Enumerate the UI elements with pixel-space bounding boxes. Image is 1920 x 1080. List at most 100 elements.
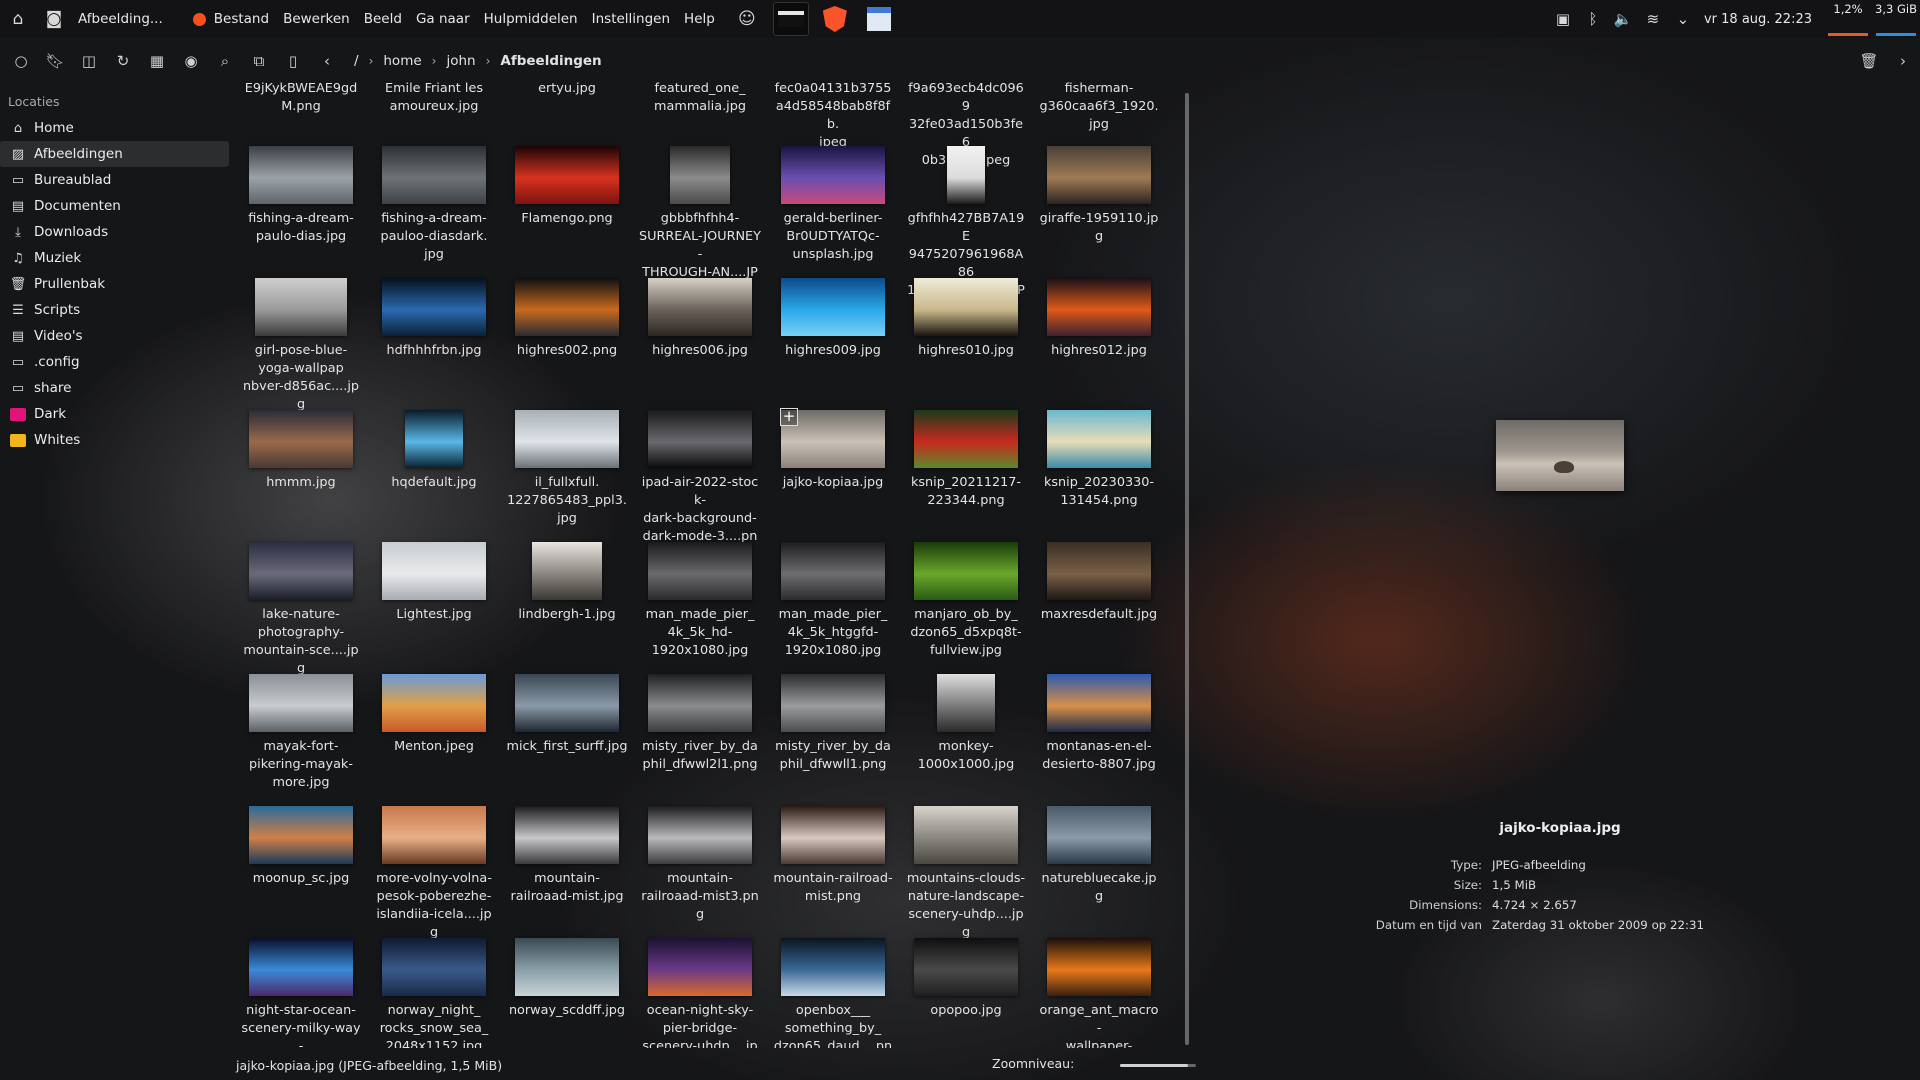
screenshot-icon[interactable]: ◙ — [36, 0, 72, 38]
file-item[interactable]: ocean-night-sky- pier-bridge- scenery-uh… — [635, 938, 765, 1048]
file-thumbnail[interactable] — [515, 278, 619, 336]
file-item[interactable]: ipad-air-2022-stock- dark-background- da… — [635, 410, 765, 564]
menu-bewerken[interactable]: Bewerken — [283, 11, 350, 27]
file-thumbnail[interactable] — [1047, 146, 1151, 204]
sidebar-item-config[interactable]: ▭ .config — [0, 349, 229, 375]
new-file-icon[interactable]: ▯ — [276, 46, 310, 76]
file-item[interactable]: highres009.jpg — [768, 278, 898, 360]
file-thumbnail[interactable] — [648, 410, 752, 468]
back-icon[interactable]: ‹ — [310, 46, 344, 76]
sidebar-item-home[interactable]: ⌂ Home — [0, 115, 229, 141]
menu-help[interactable]: Help — [684, 11, 715, 27]
cpu-meter[interactable]: 1,2% — [1824, 0, 1872, 38]
sidebar-item-dark[interactable]: Dark — [0, 401, 229, 427]
circle-icon[interactable]: ○ — [4, 46, 38, 76]
file-thumbnail[interactable] — [382, 938, 486, 996]
file-item[interactable]: misty_river_by_da phil_dfwwl2l1.png — [635, 674, 765, 774]
file-grid[interactable]: E9jKykBWEAE9gd M.png Emile Friant les amo… — [236, 80, 1182, 1048]
file-item[interactable]: norway_scddff.jpg — [502, 938, 632, 1020]
calendar-app-icon[interactable] — [861, 2, 897, 36]
file-thumbnail[interactable] — [382, 146, 486, 204]
file-item[interactable]: maxresdefault.jpg — [1034, 542, 1164, 624]
file-item[interactable]: openbox___ something_by_ dzon65_daud....… — [768, 938, 898, 1048]
file-thumbnail[interactable] — [515, 938, 619, 996]
file-thumbnail[interactable] — [515, 146, 619, 204]
sidebar-item-muziek[interactable]: ♫ Muziek — [0, 245, 229, 271]
file-item[interactable]: highres012.jpg — [1034, 278, 1164, 360]
file-thumbnail[interactable] — [249, 542, 353, 600]
file-item[interactable]: mayak-fort- pikering-mayak- more.jpg — [236, 674, 366, 792]
file-item[interactable]: monkey- 1000x1000.jpg — [901, 674, 1031, 774]
file-item[interactable]: giraffe-1959110.jpg — [1034, 146, 1164, 246]
sidebar-item-downloads[interactable]: ⤓ Downloads — [0, 219, 229, 245]
file-item[interactable]: fisherman- g360caa6f3_1920. jpg — [1034, 80, 1164, 134]
file-item[interactable]: fec0a04131b3755 a4d58548bab8f8fb. jpeg — [768, 80, 898, 152]
file-item[interactable]: gbbbfhfhh4- SURREAL-JOURNEY- THROUGH-AN.… — [635, 146, 765, 300]
file-thumbnail[interactable] — [947, 146, 985, 204]
file-item[interactable]: highres002.png — [502, 278, 632, 360]
file-item[interactable]: lake-nature- photography- mountain-sce..… — [236, 542, 366, 678]
file-thumbnail[interactable] — [255, 278, 347, 336]
trash-icon[interactable]: 🗑︎ — [1852, 46, 1886, 76]
file-item[interactable]: norway_night_ rocks_snow_sea_ 2048x1152.… — [369, 938, 499, 1048]
bookmark-icon[interactable]: 🔖︎ — [38, 46, 72, 76]
file-thumbnail[interactable] — [781, 806, 885, 864]
file-item[interactable]: misty_river_by_da phil_dfwwll1.png — [768, 674, 898, 774]
file-item[interactable]: night-star-ocean- scenery-milky-way- sou… — [236, 938, 366, 1048]
split-view-icon[interactable]: ◫ — [72, 46, 106, 76]
file-item[interactable]: manjaro_ob_by_ dzon65_d5xpq8t- fullview.… — [901, 542, 1031, 660]
file-item[interactable]: more-volny-volna- pesok-poberezhe- islan… — [369, 806, 499, 942]
file-item[interactable]: gerald-berliner- Br0UDTYATQc- unsplash.j… — [768, 146, 898, 264]
file-item[interactable]: fishing-a-dream- pauloo-diasdark. jpg — [369, 146, 499, 264]
file-item[interactable]: highres010.jpg — [901, 278, 1031, 360]
file-thumbnail[interactable] — [914, 938, 1018, 996]
file-item[interactable]: Emile Friant les amoureux.jpg — [369, 80, 499, 116]
file-item[interactable]: featured_one_ mammalia.jpg — [635, 80, 765, 116]
clock[interactable]: vr 18 aug. 22:23 — [1704, 12, 1812, 27]
file-item[interactable]: ksnip_20230330- 131454.png — [1034, 410, 1164, 510]
file-thumbnail[interactable] — [648, 806, 752, 864]
file-item[interactable]: hqdefault.jpg — [369, 410, 499, 492]
file-item[interactable]: naturebluecake.jpg — [1034, 806, 1164, 906]
file-item[interactable]: mountain-railroad- mist.png — [768, 806, 898, 906]
file-thumbnail[interactable] — [781, 674, 885, 732]
menu-instellingen[interactable]: Instellingen — [592, 11, 670, 27]
file-thumbnail[interactable] — [1047, 806, 1151, 864]
file-item[interactable]: fishing-a-dream- paulo-dias.jpg — [236, 146, 366, 246]
file-thumbnail[interactable] — [781, 146, 885, 204]
user-icon[interactable]: ☺ — [729, 0, 765, 38]
file-item[interactable]: mountain- railroaad-mist.jpg — [502, 806, 632, 906]
menu-beeld[interactable]: Beeld — [364, 11, 402, 27]
copy-icon[interactable]: ⧉ — [242, 46, 276, 76]
sidebar-item-bureaublad[interactable]: ▭ Bureaublad — [0, 167, 229, 193]
network-icon[interactable]: ≋ — [1638, 10, 1668, 28]
file-thumbnail[interactable] — [249, 806, 353, 864]
file-thumbnail[interactable] — [1047, 542, 1151, 600]
sidebar-item-afbeeldingen[interactable]: ▨ Afbeeldingen — [0, 141, 229, 167]
sidebar-item-scripts[interactable]: ☰ Scripts — [0, 297, 229, 323]
file-item[interactable]: mick_first_surff.jpg — [502, 674, 632, 756]
file-thumbnail[interactable] — [781, 542, 885, 600]
breadcrumb-john[interactable]: john — [446, 53, 475, 69]
brave-browser-icon[interactable] — [817, 2, 853, 36]
file-item[interactable]: man_made_pier_ 4k_5k_hd- 1920x1080.jpg — [635, 542, 765, 660]
file-thumbnail[interactable] — [1047, 410, 1151, 468]
file-item[interactable]: Lightest.jpg — [369, 542, 499, 624]
file-thumbnail[interactable] — [914, 806, 1018, 864]
file-item[interactable]: girl-pose-blue- yoga-wallpap nbver-d856a… — [236, 278, 366, 414]
file-item[interactable]: montanas-en-el- desierto-8807.jpg — [1034, 674, 1164, 774]
clipboard-icon[interactable]: ▣ — [1548, 10, 1578, 28]
menu-hulpmiddelen[interactable]: Hulpmiddelen — [484, 11, 578, 27]
bluetooth-icon[interactable]: ᛒ — [1578, 10, 1608, 28]
breadcrumb-current[interactable]: Afbeeldingen — [500, 53, 601, 69]
search-icon[interactable]: ⌕ — [208, 46, 242, 76]
file-thumbnail[interactable] — [249, 410, 353, 468]
file-thumbnail[interactable] — [914, 278, 1018, 336]
file-thumbnail[interactable] — [914, 410, 1018, 468]
scrollbar[interactable] — [1185, 93, 1189, 1045]
terminal-app-icon[interactable] — [772, 2, 809, 36]
breadcrumb-root[interactable]: / — [354, 53, 359, 69]
file-thumbnail[interactable] — [670, 146, 730, 204]
file-thumbnail[interactable] — [648, 674, 752, 732]
zoom-slider[interactable] — [1120, 1064, 1196, 1067]
